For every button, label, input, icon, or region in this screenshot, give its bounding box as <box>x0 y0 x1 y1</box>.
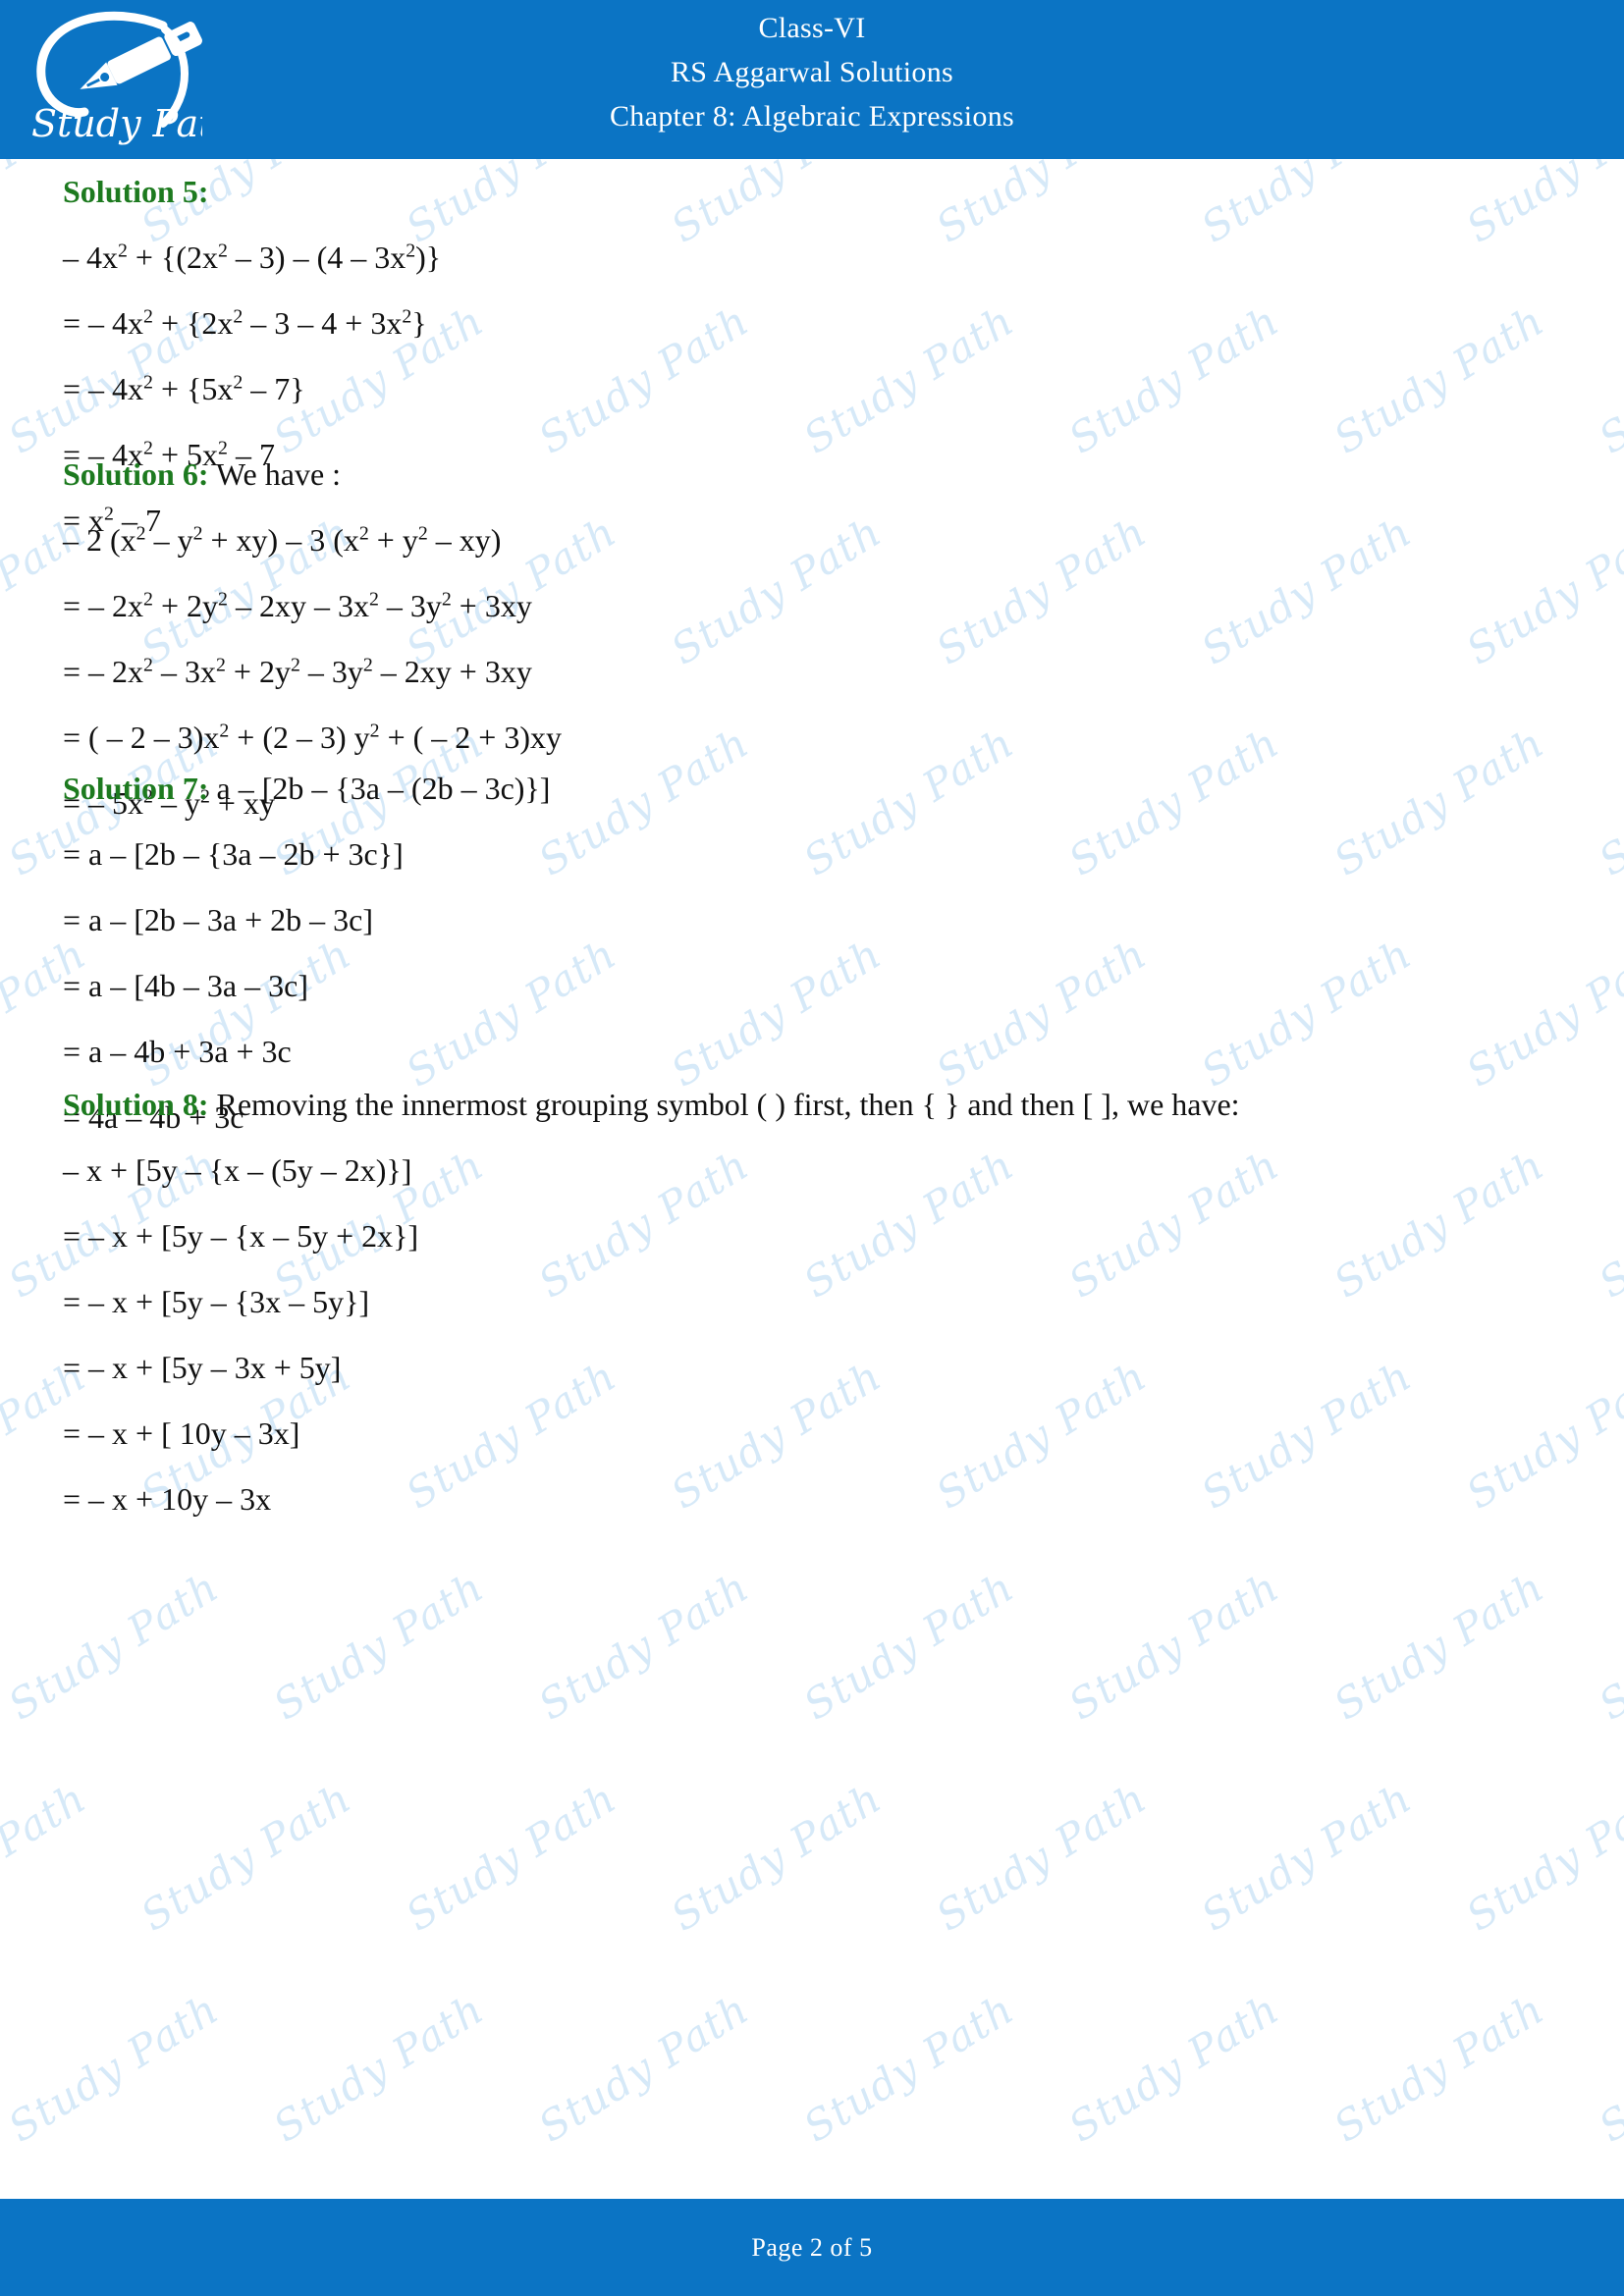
solution-step-line: = a – [2b – 3a + 2b – 3c] <box>63 902 374 937</box>
watermark-text: Study Path <box>0 1984 228 2152</box>
solution-step-line: = – 2x2 + 2y2 – 2xy – 3x2 – 3y2 + 3xy <box>63 588 532 623</box>
solution-label: Solution 8: <box>63 1087 209 1122</box>
watermark-text: Study Path <box>1591 1563 1624 1730</box>
solution-label: Solution 7: <box>63 771 209 806</box>
watermark-text: Study Path <box>1591 296 1624 463</box>
solution-intro: Removing the innermost grouping symbol (… <box>208 1087 1240 1122</box>
watermark-text: Study Path <box>1326 1984 1553 2152</box>
watermark-text: Study Path <box>1326 1562 1553 1730</box>
watermark-text: Study Path <box>398 1773 625 1941</box>
header-class: Class-VI <box>758 12 866 44</box>
watermark-text: Study Path <box>1458 1773 1624 1941</box>
header-title-group: Class-VI RS Aggarwal Solutions Chapter 8… <box>0 6 1624 138</box>
solution-step-line: – 2 (x2 – y2 + xy) – 3 (x2 + y2 – xy) <box>63 522 502 558</box>
solution-step-line: = – 2x2 – 3x2 + 2y2 – 3y2 – 2xy + 3xy <box>63 654 532 689</box>
solution-label: Solution 5: <box>63 174 209 209</box>
page-footer: Page 2 of 5 <box>0 2199 1624 2296</box>
solution-step-line: – 4x2 + {(2x2 – 3) – (4 – 3x2)} <box>63 240 442 275</box>
solution-heading: Solution 5: <box>63 159 1467 225</box>
header-chapter: Chapter 8: Algebraic Expressions <box>609 100 1014 133</box>
solution-step-line: = – 4x2 + {5x2 – 7} <box>63 371 305 406</box>
watermark-text: Study Path <box>0 1562 228 1730</box>
solution-step-line: = – 4x2 + {2x2 – 3 – 4 + 3x2} <box>63 305 427 341</box>
solution-heading: Solution 8: Removing the innermost group… <box>63 1072 1467 1138</box>
watermark-text: Study Path <box>1060 1984 1288 2152</box>
watermark-text: Study Path <box>1193 1773 1421 1941</box>
solution-step-line: = – x + [5y – {x – 5y + 2x}] <box>63 1218 419 1254</box>
solution-step-line: = a – [4b – 3a – 3c] <box>63 968 308 1003</box>
solution-heading: Solution 7: a – [2b – {3a – (2b – 3c)}] <box>63 756 1467 822</box>
solution-step-line: = a – [2b – {3a – 2b + 3c}] <box>63 836 404 872</box>
solution-step-line: = – x + [5y – 3x + 5y] <box>63 1350 342 1385</box>
watermark-text: Study Path <box>1060 1562 1288 1730</box>
solution-intro: We have : <box>208 456 342 492</box>
solution-intro: a – [2b – {3a – (2b – 3c)}] <box>208 771 551 806</box>
header-book: RS Aggarwal Solutions <box>671 56 953 88</box>
watermark-text: Study Path <box>530 1984 758 2152</box>
watermark-text: Study Path <box>1458 1351 1624 1519</box>
solution-step-line: = – x + [ 10y – 3x] <box>63 1415 300 1451</box>
watermark-text: Study Path <box>133 1773 360 1941</box>
watermark-text: Study Path <box>795 1984 1023 2152</box>
solution-label: Solution 6: <box>63 456 209 492</box>
page-number-label: Page 2 of 5 <box>751 2232 873 2262</box>
watermark-text: Study Path <box>0 1773 95 1941</box>
solution-heading: Solution 6: We have : <box>63 442 1467 507</box>
watermark-text: Study Path <box>928 1773 1156 1941</box>
watermark-text: Study Path <box>265 1984 493 2152</box>
watermark-text: Study Path <box>1458 507 1624 674</box>
watermark-text: Study Path <box>1458 929 1624 1096</box>
watermark-text: Study Path <box>1591 1141 1624 1308</box>
watermark-text: Study Path <box>265 1562 493 1730</box>
watermark-text: Study Path <box>663 1773 891 1941</box>
solution-step-line: – x + [5y – {x – (5y – 2x)}] <box>63 1152 412 1188</box>
document-page: Study Path Study Path Study Path Study Path… <box>0 0 1624 2296</box>
watermark-text: Study Path <box>795 1562 1023 1730</box>
watermark-text: Study Path <box>1591 1985 1624 2152</box>
solution-block: Solution 8: Removing the innermost group… <box>63 1072 1467 1532</box>
solution-step-line: = – x + 10y – 3x <box>63 1481 272 1517</box>
watermark-text: Study Path <box>1591 719 1624 885</box>
watermark-text: Study Path <box>530 1562 758 1730</box>
solution-step-line: = – x + [5y – {3x – 5y}] <box>63 1284 370 1319</box>
page-header: Study Path Class-VI RS Aggarwal Solution… <box>0 0 1624 159</box>
